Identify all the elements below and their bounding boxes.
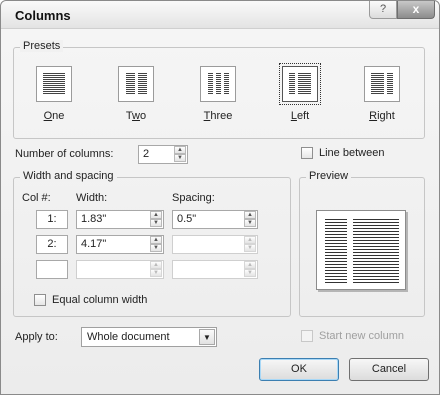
preset-left-icon [279,63,321,105]
spin-up-icon: ▲ [244,261,256,269]
spacing-value: 0.5" [177,213,197,225]
width-spinner[interactable]: 1.83" ▲ ▼ [76,210,164,229]
spin-up-icon[interactable]: ▲ [244,211,256,219]
preset-left-label: Left [290,110,310,122]
spin-down-icon[interactable]: ▼ [150,244,162,252]
width-value: 4.17" [81,238,107,250]
spacing-spinner[interactable]: 0.5" ▲ ▼ [172,210,258,229]
preset-one-label: One [43,110,65,122]
spin-down-icon: ▼ [150,269,162,277]
presets-group: Presets One Two Three Left Right [13,40,425,139]
spin-up-icon[interactable]: ▲ [150,236,162,244]
number-of-columns-spinner[interactable]: 2 ▲ ▼ [138,145,188,164]
apply-to-label: Apply to: [15,331,58,343]
start-new-column-checkbox [301,330,313,342]
presets-group-label: Presets [20,40,64,52]
line-between-label: Line between [319,147,385,159]
preview-column [325,219,347,283]
spin-up-icon: ▲ [150,261,162,269]
spacing-spinner: ▲ ▼ [172,260,258,279]
columns-dialog: Columns ? x Presets One Two Three Left R… [0,0,440,395]
preset-two-label: Two [125,110,147,122]
spin-down-icon: ▼ [244,269,256,277]
preset-three[interactable]: Three [196,66,240,122]
spin-up-icon: ▲ [244,236,256,244]
preview-column [353,219,399,283]
title-bar: Columns ? x [1,1,439,29]
preset-one[interactable]: One [32,66,76,122]
preset-two-icon [118,66,154,102]
chevron-down-icon[interactable]: ▼ [199,329,215,345]
spin-down-icon[interactable]: ▼ [244,219,256,227]
preset-left[interactable]: Left [278,63,322,122]
apply-to-value: Whole document [87,331,170,343]
spin-up-icon[interactable]: ▲ [174,146,186,154]
preset-two[interactable]: Two [114,66,158,122]
col-number-header: Col #: [22,192,51,204]
preview-page-image [316,210,406,290]
line-between-checkbox[interactable] [301,147,313,159]
ok-button[interactable]: OK [259,358,339,381]
number-of-columns-label: Number of columns: [15,148,114,160]
start-new-column-label: Start new column [319,330,404,342]
close-button[interactable]: x [397,1,435,19]
dialog-title: Columns [15,8,71,23]
preset-one-icon [36,66,72,102]
width-spacing-group: Width and spacing Col #: Width: Spacing:… [13,170,291,317]
spin-down-icon[interactable]: ▼ [174,154,186,162]
width-value: 1.83" [81,213,107,225]
preset-three-label: Three [203,110,233,122]
width-spinner: ▲ ▼ [76,260,164,279]
preview-group-label: Preview [306,170,352,182]
col-number-field: 1: [36,210,68,229]
width-spacing-group-label: Width and spacing [20,170,117,182]
preset-right-label: Right [369,110,395,122]
cancel-button[interactable]: Cancel [349,358,429,381]
preset-three-icon [200,66,236,102]
spacing-spinner: ▲ ▼ [172,235,258,254]
number-of-columns-value: 2 [143,148,150,160]
equal-width-checkbox[interactable] [34,294,46,306]
spin-down-icon: ▼ [244,244,256,252]
spin-down-icon[interactable]: ▼ [150,219,162,227]
help-button[interactable]: ? [369,1,397,19]
preset-right[interactable]: Right [360,66,404,122]
width-spinner[interactable]: 4.17" ▲ ▼ [76,235,164,254]
col-number-field: 2: [36,235,68,254]
equal-width-label: Equal column width [52,294,148,306]
width-header: Width: [76,192,108,204]
preset-right-icon [364,66,400,102]
apply-to-select[interactable]: Whole document ▼ [81,327,217,347]
preview-group: Preview [299,170,425,317]
spacing-header: Spacing: [172,192,215,204]
spin-up-icon[interactable]: ▲ [150,211,162,219]
col-number-field [36,260,68,279]
